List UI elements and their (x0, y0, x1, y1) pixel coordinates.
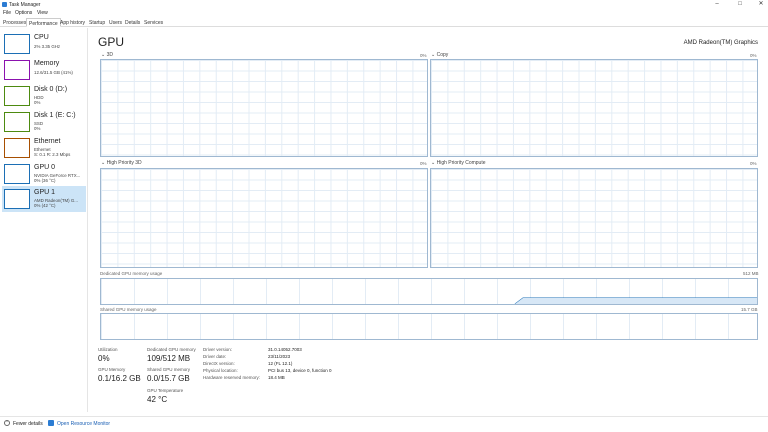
gpu-temperature-value: 42 °C (147, 395, 168, 404)
disk-0-mini-graph (4, 86, 30, 106)
sidebar-item-cpu[interactable]: CPU 2% 3.35 GHz (2, 31, 86, 57)
title-bar: Task Manager – □ ✕ (0, 0, 768, 9)
gpu-memory-label: GPU Memory (98, 367, 126, 372)
gpu-0-mini-graph (4, 164, 30, 184)
driver-version-value: 31.0.14052.7003 (268, 347, 302, 352)
page-title: GPU (98, 35, 125, 49)
sidebar-item-label: GPU 1 (34, 189, 56, 196)
driver-date-value: 23/11/2023 (268, 354, 291, 359)
graph-high-priority-compute (430, 168, 758, 268)
utilization-label: Utilization (98, 347, 118, 352)
shared-memory-label: Shared GPU memory usage (100, 307, 157, 312)
sidebar-item-label: Disk 1 (E: C:) (34, 112, 76, 119)
directx-version-value: 12 (FL 12.1) (268, 361, 293, 366)
graph-3d (100, 59, 428, 157)
gpu-device-name: AMD Radeon(TM) Graphics (683, 40, 758, 46)
driver-date-label: Driver date: (203, 354, 227, 359)
sidebar-item-detail: 0% (42 °C) (34, 203, 56, 208)
dedicated-memory-max: 512 MB (743, 271, 759, 276)
tab-users[interactable]: Users (107, 18, 124, 27)
sidebar-item-detail: 0% (34, 100, 41, 105)
driver-version-label: Driver version: (203, 347, 233, 352)
tab-startup[interactable]: Startup (87, 18, 107, 27)
dedicated-gpu-memory-label: Dedicated GPU memory (147, 347, 196, 352)
dedicated-memory-line (514, 297, 757, 304)
sidebar-item-label: CPU (34, 34, 49, 41)
engine-label-copy[interactable]: ⌄ Copy (431, 52, 448, 58)
shared-gpu-memory-label: Shared GPU memory (147, 367, 191, 372)
sidebar-item-disk-1[interactable]: Disk 1 (E: C:) SSD 0% (2, 109, 86, 135)
ethernet-mini-graph (4, 138, 30, 158)
sidebar-item-detail: S: 0.1 R: 2.3 Mbps (34, 152, 71, 157)
maximize-button[interactable]: □ (735, 1, 745, 8)
sidebar-item-gpu-0[interactable]: GPU 0 NVIDIA GeForce RTX... 0% (36 °C) (2, 161, 86, 187)
resource-sidebar: CPU 2% 3.35 GHz Memory 12.6/31.5 GB (41%… (0, 28, 88, 412)
gpu-memory-value: 0.1/16.2 GB (98, 374, 141, 383)
engine-percent-high-priority-compute: 0% (750, 161, 757, 166)
menu-bar: File Options View (0, 9, 768, 17)
task-manager-icon (2, 2, 7, 7)
engine-label-high-priority-compute[interactable]: ⌄ High Priority Compute (431, 160, 486, 166)
footer-bar: ⌃ Fewer details Open Resource Monitor (0, 416, 768, 430)
memory-mini-graph (4, 60, 30, 80)
sidebar-item-disk-0[interactable]: Disk 0 (D:) HDD 0% (2, 83, 86, 109)
disk-1-mini-graph (4, 112, 30, 132)
sidebar-item-ethernet[interactable]: Ethernet Ethernet S: 0.1 R: 2.3 Mbps (2, 135, 86, 161)
physical-location-value: PCI bus 13, device 0, function 0 (268, 368, 332, 373)
dedicated-memory-label: Dedicated GPU memory usage (100, 271, 163, 276)
tab-processes[interactable]: Processes (1, 18, 28, 27)
menu-file[interactable]: File (3, 10, 11, 16)
engine-percent-copy: 0% (750, 53, 757, 58)
sidebar-item-detail: 2% 3.35 GHz (34, 44, 61, 49)
shared-memory-max: 15.7 GB (741, 307, 758, 312)
graph-high-priority-3d (100, 168, 428, 268)
tab-performance[interactable]: Performance (26, 18, 61, 27)
fewer-details-button[interactable]: Fewer details (13, 421, 43, 427)
menu-view[interactable]: View (37, 10, 48, 16)
open-resource-monitor-link[interactable]: Open Resource Monitor (57, 421, 110, 427)
sidebar-item-label: Ethernet (34, 138, 61, 145)
close-button[interactable]: ✕ (756, 1, 766, 8)
hardware-reserved-memory-value: 18.4 MB (268, 375, 285, 380)
sidebar-item-detail: 12.6/31.5 GB (41%) (34, 70, 73, 75)
sidebar-item-detail: 0% (36 °C) (34, 178, 56, 183)
physical-location-label: Physical location: (203, 368, 238, 373)
sidebar-item-memory[interactable]: Memory 12.6/31.5 GB (41%) (2, 57, 86, 83)
hardware-reserved-memory-label: Hardware reserved memory: (203, 375, 261, 380)
shared-memory-graph (100, 313, 758, 340)
graph-copy (430, 59, 758, 157)
directx-version-label: DirectX version: (203, 361, 235, 366)
shared-gpu-memory-value: 0.0/15.7 GB (147, 374, 190, 383)
dedicated-memory-graph (100, 278, 758, 305)
tab-details[interactable]: Details (123, 18, 142, 27)
engine-label-high-priority-3d[interactable]: ⌄ High Priority 3D (101, 160, 142, 166)
cpu-mini-graph (4, 34, 30, 54)
tab-services[interactable]: Services (142, 18, 165, 27)
engine-label-3d[interactable]: ⌄ 3D (101, 52, 113, 58)
chevron-up-icon[interactable]: ⌃ (4, 420, 10, 426)
sidebar-item-label: Memory (34, 60, 60, 67)
sidebar-item-gpu-1[interactable]: GPU 1 AMD Radeon(TM) G... 0% (42 °C) (2, 186, 86, 212)
minimize-button[interactable]: – (712, 1, 722, 8)
tab-bar: Processes Performance App history Startu… (0, 17, 768, 27)
utilization-value: 0% (98, 354, 110, 363)
window-title: Task Manager (9, 2, 41, 8)
sidebar-item-label: Disk 0 (D:) (34, 86, 68, 93)
sidebar-item-label: GPU 0 (34, 164, 56, 171)
tab-app-history[interactable]: App history (58, 18, 87, 27)
gpu-temperature-label: GPU Temperature (147, 388, 184, 393)
menu-options[interactable]: Options (15, 10, 32, 16)
resource-monitor-icon[interactable] (48, 420, 54, 426)
gpu-1-mini-graph (4, 189, 30, 209)
engine-percent-high-priority-3d: 0% (420, 161, 427, 166)
engine-percent-3d: 0% (420, 53, 427, 58)
dedicated-gpu-memory-value: 109/512 MB (147, 354, 191, 363)
sidebar-item-detail: 0% (34, 126, 41, 131)
